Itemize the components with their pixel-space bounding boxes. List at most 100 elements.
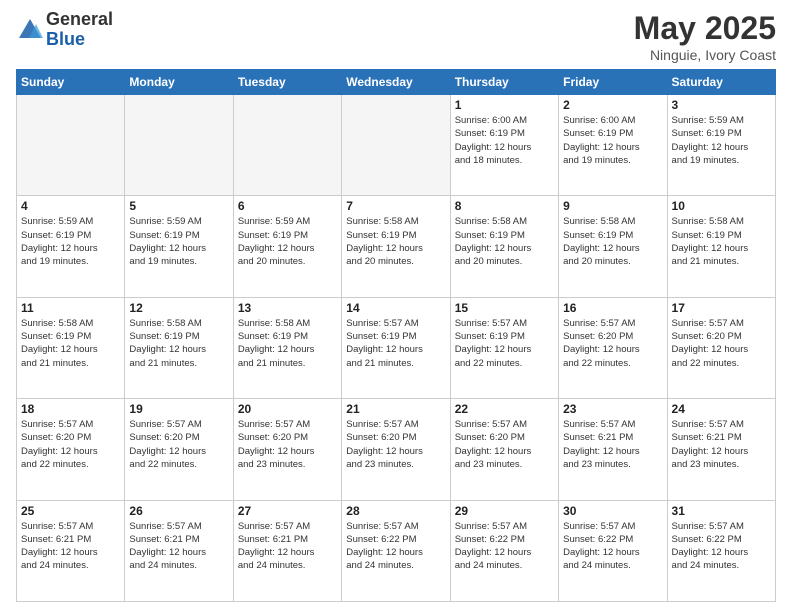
day-info: Sunrise: 5:58 AMSunset: 6:19 PMDaylight:… <box>21 317 120 370</box>
day-info: Sunrise: 5:57 AMSunset: 6:20 PMDaylight:… <box>346 418 445 471</box>
calendar-cell: 28 Sunrise: 5:57 AMSunset: 6:22 PMDayligh… <box>342 500 450 601</box>
day-info: Sunrise: 5:57 AMSunset: 6:22 PMDaylight:… <box>455 520 554 573</box>
calendar-cell: 27Sunrise: 5:57 AMSunset: 6:21 PMDayligh… <box>233 500 341 601</box>
month-title: May 2025 <box>634 10 776 47</box>
day-number: 18 <box>21 402 120 416</box>
logo-icon <box>16 16 44 44</box>
day-info: Sunrise: 5:57 AMSunset: 6:20 PMDaylight:… <box>563 317 662 370</box>
day-info: Sunrise: 5:59 AMSunset: 6:19 PMDaylight:… <box>672 114 771 167</box>
day-number: 8 <box>455 199 554 213</box>
calendar-cell: 11 Sunrise: 5:58 AMSunset: 6:19 PMDayligh… <box>17 297 125 398</box>
header-cell-wednesday: Wednesday <box>342 70 450 95</box>
day-info: Sunrise: 5:59 AMSunset: 6:19 PMDaylight:… <box>129 215 228 268</box>
day-number: 31 <box>672 504 771 518</box>
header-cell-thursday: Thursday <box>450 70 558 95</box>
day-number: 24 <box>672 402 771 416</box>
day-number: 1 <box>455 98 554 112</box>
calendar-cell: 15 Sunrise: 5:57 AMSunset: 6:19 PMDayligh… <box>450 297 558 398</box>
calendar-header: SundayMondayTuesdayWednesdayThursdayFrid… <box>17 70 776 95</box>
calendar-cell: 3 Sunrise: 5:59 AMSunset: 6:19 PMDaylight… <box>667 95 775 196</box>
day-number: 16 <box>563 301 662 315</box>
calendar-cell: 17 Sunrise: 5:57 AMSunset: 6:20 PMDayligh… <box>667 297 775 398</box>
calendar-cell: 22 Sunrise: 5:57 AMSunset: 6:20 PMDayligh… <box>450 399 558 500</box>
header-cell-saturday: Saturday <box>667 70 775 95</box>
day-number: 15 <box>455 301 554 315</box>
calendar-cell: 6Sunrise: 5:59 AMSunset: 6:19 PMDaylight… <box>233 196 341 297</box>
calendar-body: 1 Sunrise: 6:00 AMSunset: 6:19 PMDaylight… <box>17 95 776 602</box>
week-row-1: 4 Sunrise: 5:59 AMSunset: 6:19 PMDaylight… <box>17 196 776 297</box>
calendar-cell: 16 Sunrise: 5:57 AMSunset: 6:20 PMDayligh… <box>559 297 667 398</box>
day-info: Sunrise: 5:57 AMSunset: 6:20 PMDaylight:… <box>238 418 337 471</box>
page: General Blue May 2025 Ninguie, Ivory Coa… <box>0 0 792 612</box>
calendar-cell: 7Sunrise: 5:58 AMSunset: 6:19 PMDaylight… <box>342 196 450 297</box>
calendar-cell: 26Sunrise: 5:57 AMSunset: 6:21 PMDayligh… <box>125 500 233 601</box>
day-info: Sunrise: 5:58 AMSunset: 6:19 PMDaylight:… <box>563 215 662 268</box>
day-info: Sunrise: 5:57 AMSunset: 6:22 PMDaylight:… <box>563 520 662 573</box>
day-info: Sunrise: 5:57 AMSunset: 6:21 PMDaylight:… <box>21 520 120 573</box>
calendar-cell <box>342 95 450 196</box>
day-info: Sunrise: 5:57 AMSunset: 6:20 PMDaylight:… <box>455 418 554 471</box>
calendar-cell: 14 Sunrise: 5:57 AMSunset: 6:19 PMDayligh… <box>342 297 450 398</box>
day-number: 3 <box>672 98 771 112</box>
day-info: Sunrise: 5:57 AMSunset: 6:19 PMDaylight:… <box>455 317 554 370</box>
day-number: 7 <box>346 199 445 213</box>
day-info: Sunrise: 6:00 AMSunset: 6:19 PMDaylight:… <box>455 114 554 167</box>
calendar-cell: 18 Sunrise: 5:57 AMSunset: 6:20 PMDayligh… <box>17 399 125 500</box>
day-info: Sunrise: 5:57 AMSunset: 6:21 PMDaylight:… <box>563 418 662 471</box>
week-row-3: 18 Sunrise: 5:57 AMSunset: 6:20 PMDayligh… <box>17 399 776 500</box>
calendar-cell: 13Sunrise: 5:58 AMSunset: 6:19 PMDayligh… <box>233 297 341 398</box>
day-info: Sunrise: 5:59 AMSunset: 6:19 PMDaylight:… <box>21 215 120 268</box>
header-cell-tuesday: Tuesday <box>233 70 341 95</box>
title-block: May 2025 Ninguie, Ivory Coast <box>634 10 776 63</box>
calendar-cell: 4 Sunrise: 5:59 AMSunset: 6:19 PMDaylight… <box>17 196 125 297</box>
logo-general-text: General <box>46 10 113 30</box>
day-info: Sunrise: 5:57 AMSunset: 6:21 PMDaylight:… <box>672 418 771 471</box>
day-info: Sunrise: 6:00 AMSunset: 6:19 PMDaylight:… <box>563 114 662 167</box>
day-number: 28 <box>346 504 445 518</box>
day-info: Sunrise: 5:58 AMSunset: 6:19 PMDaylight:… <box>129 317 228 370</box>
day-number: 13 <box>238 301 337 315</box>
header-row: SundayMondayTuesdayWednesdayThursdayFrid… <box>17 70 776 95</box>
calendar-cell: 5Sunrise: 5:59 AMSunset: 6:19 PMDaylight… <box>125 196 233 297</box>
calendar-cell: 29 Sunrise: 5:57 AMSunset: 6:22 PMDayligh… <box>450 500 558 601</box>
calendar-table: SundayMondayTuesdayWednesdayThursdayFrid… <box>16 69 776 602</box>
week-row-4: 25Sunrise: 5:57 AMSunset: 6:21 PMDayligh… <box>17 500 776 601</box>
calendar-cell: 20 Sunrise: 5:57 AMSunset: 6:20 PMDayligh… <box>233 399 341 500</box>
calendar-cell: 31 Sunrise: 5:57 AMSunset: 6:22 PMDayligh… <box>667 500 775 601</box>
day-number: 10 <box>672 199 771 213</box>
day-info: Sunrise: 5:58 AMSunset: 6:19 PMDaylight:… <box>455 215 554 268</box>
day-info: Sunrise: 5:57 AMSunset: 6:20 PMDaylight:… <box>672 317 771 370</box>
header-cell-monday: Monday <box>125 70 233 95</box>
calendar-cell: 1 Sunrise: 6:00 AMSunset: 6:19 PMDaylight… <box>450 95 558 196</box>
logo-blue-text: Blue <box>46 30 113 50</box>
day-info: Sunrise: 5:57 AMSunset: 6:19 PMDaylight:… <box>346 317 445 370</box>
day-number: 19 <box>129 402 228 416</box>
calendar-cell: 2Sunrise: 6:00 AMSunset: 6:19 PMDaylight… <box>559 95 667 196</box>
week-row-2: 11 Sunrise: 5:58 AMSunset: 6:19 PMDayligh… <box>17 297 776 398</box>
day-info: Sunrise: 5:57 AMSunset: 6:22 PMDaylight:… <box>346 520 445 573</box>
calendar-cell <box>233 95 341 196</box>
calendar-cell: 8 Sunrise: 5:58 AMSunset: 6:19 PMDaylight… <box>450 196 558 297</box>
day-number: 30 <box>563 504 662 518</box>
day-number: 20 <box>238 402 337 416</box>
day-info: Sunrise: 5:57 AMSunset: 6:22 PMDaylight:… <box>672 520 771 573</box>
day-number: 9 <box>563 199 662 213</box>
week-row-0: 1 Sunrise: 6:00 AMSunset: 6:19 PMDaylight… <box>17 95 776 196</box>
day-number: 17 <box>672 301 771 315</box>
day-number: 11 <box>21 301 120 315</box>
day-info: Sunrise: 5:57 AMSunset: 6:20 PMDaylight:… <box>21 418 120 471</box>
day-number: 26 <box>129 504 228 518</box>
calendar-cell: 21Sunrise: 5:57 AMSunset: 6:20 PMDayligh… <box>342 399 450 500</box>
day-number: 29 <box>455 504 554 518</box>
calendar-cell: 23Sunrise: 5:57 AMSunset: 6:21 PMDayligh… <box>559 399 667 500</box>
calendar-cell: 10 Sunrise: 5:58 AMSunset: 6:19 PMDayligh… <box>667 196 775 297</box>
day-info: Sunrise: 5:58 AMSunset: 6:19 PMDaylight:… <box>672 215 771 268</box>
calendar-cell: 25Sunrise: 5:57 AMSunset: 6:21 PMDayligh… <box>17 500 125 601</box>
calendar-cell <box>125 95 233 196</box>
day-number: 14 <box>346 301 445 315</box>
day-number: 22 <box>455 402 554 416</box>
logo: General Blue <box>16 10 113 50</box>
calendar-cell: 30 Sunrise: 5:57 AMSunset: 6:22 PMDayligh… <box>559 500 667 601</box>
day-number: 4 <box>21 199 120 213</box>
day-info: Sunrise: 5:57 AMSunset: 6:21 PMDaylight:… <box>238 520 337 573</box>
